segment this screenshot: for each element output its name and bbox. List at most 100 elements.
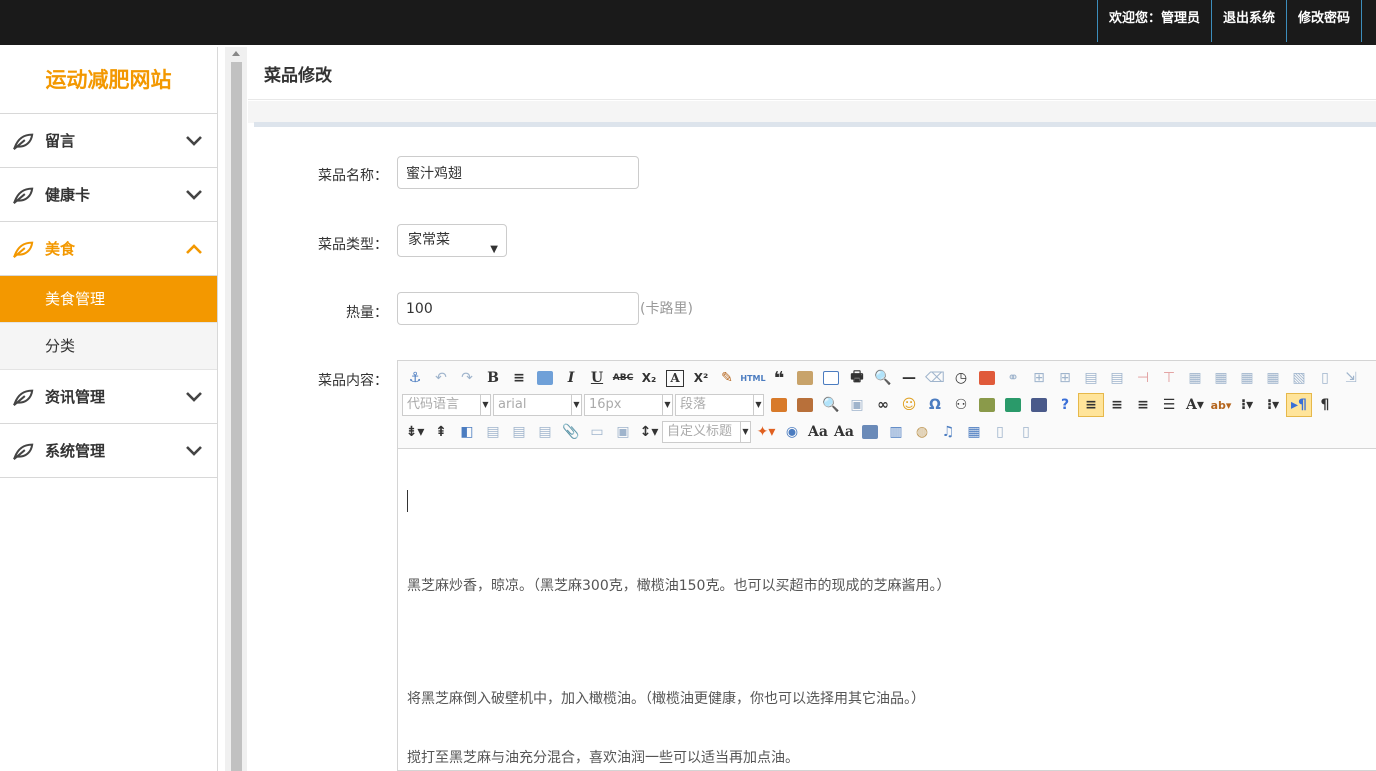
font-size-combo[interactable]: 16px ▼ xyxy=(584,394,673,416)
sidebar-item-health-card[interactable]: 健康卡 xyxy=(0,168,217,222)
line-height-icon[interactable]: ↕▾ xyxy=(636,420,662,444)
sidebar-item-system-management[interactable]: 系统管理 xyxy=(0,424,217,478)
page-break-icon[interactable]: ▯ xyxy=(1312,366,1338,390)
row-spacing-top-icon[interactable]: ⇟▾ xyxy=(402,420,428,444)
delete-row-icon[interactable]: ⊣ xyxy=(1130,366,1156,390)
underline-icon[interactable]: U xyxy=(584,366,610,390)
anchor-icon[interactable]: ⚓ xyxy=(402,366,428,390)
dish-name-input[interactable] xyxy=(397,156,639,189)
ltr-direction-icon[interactable]: ▸¶ xyxy=(1286,393,1312,417)
insert-video-icon[interactable] xyxy=(1026,393,1052,417)
merge-cells-icon[interactable]: ▤ xyxy=(1078,366,1104,390)
undo-icon[interactable]: ↶ xyxy=(428,366,454,390)
font-color-icon[interactable]: A▾ xyxy=(1182,393,1208,417)
row-spacing-bottom-icon[interactable]: ⇞ xyxy=(428,420,454,444)
subscript-icon[interactable]: X₂ xyxy=(636,366,662,390)
attachment-icon[interactable]: 📎 xyxy=(558,420,584,444)
text-direction-icon[interactable]: ⇲ xyxy=(1338,366,1364,390)
sidebar-subitem-category[interactable]: 分类 xyxy=(0,323,217,370)
welcome-user-link[interactable]: 欢迎您：管理员 xyxy=(1096,0,1211,42)
align-center-icon[interactable]: ≡ xyxy=(1130,393,1156,417)
music-icon[interactable]: ♫ xyxy=(935,420,961,444)
select-all-icon[interactable] xyxy=(818,366,844,390)
music-icon-palette[interactable]: ◍ xyxy=(909,420,935,444)
emotion-icon[interactable]: ☺ xyxy=(896,393,922,417)
insert-table-icon[interactable]: ▦ xyxy=(961,420,987,444)
find-icon[interactable]: ⚇ xyxy=(948,393,974,417)
table-grid-icon-2[interactable]: ▦ xyxy=(1208,366,1234,390)
font-family-combo[interactable]: arial ▼ xyxy=(493,394,582,416)
table-grid-icon-4[interactable]: ▦ xyxy=(1260,366,1286,390)
image-right-icon[interactable]: ▤ xyxy=(532,420,558,444)
strikethrough-icon[interactable]: ABC xyxy=(610,366,636,390)
search-replace-icon[interactable]: 🔍 xyxy=(818,393,844,417)
delete-col-icon[interactable]: ⊤ xyxy=(1156,366,1182,390)
text-case-lower-icon[interactable]: Aa xyxy=(831,420,857,444)
scroll-up-arrow-icon[interactable] xyxy=(232,51,240,56)
font-border-icon[interactable]: A xyxy=(666,369,684,387)
clear-format-icon[interactable]: ✎ xyxy=(714,366,740,390)
scrollbar-thumb[interactable] xyxy=(231,62,242,771)
table-delete-icon[interactable]: ▧ xyxy=(1286,366,1312,390)
map-icon[interactable]: ◉ xyxy=(779,420,805,444)
html-source-icon[interactable]: HTML xyxy=(740,366,766,390)
paste-text-icon[interactable] xyxy=(792,366,818,390)
italic-icon[interactable]: I xyxy=(558,366,584,390)
insert-col-icon[interactable]: ⊞ xyxy=(1052,366,1078,390)
image-center-icon[interactable]: ▭ xyxy=(584,420,610,444)
paragraph-format-combo[interactable]: 段落 ▼ xyxy=(675,394,764,416)
image-none-icon[interactable]: ▤ xyxy=(480,420,506,444)
background-icon[interactable] xyxy=(1000,393,1026,417)
sidebar-item-messages[interactable]: 留言 xyxy=(0,114,217,168)
dish-type-select[interactable]: 家常菜 ▼ xyxy=(397,224,507,257)
link-icon[interactable]: ∞ xyxy=(870,393,896,417)
calories-input[interactable] xyxy=(397,292,639,325)
multi-image-icon[interactable] xyxy=(792,393,818,417)
editor-content-area[interactable]: 黑芝麻炒香，晾凉。（黑芝麻300克，橄榄油150克。也可以买超市的现成的芝麻酱用… xyxy=(398,449,1376,771)
scrawl-icon[interactable] xyxy=(857,420,883,444)
help-icon[interactable]: ? xyxy=(1052,393,1078,417)
draft-icon[interactable]: ▯ xyxy=(1013,420,1039,444)
time-icon[interactable]: ◷ xyxy=(948,366,974,390)
align-justify-icon[interactable]: ☰ xyxy=(1156,393,1182,417)
align-left-icon[interactable]: ≡ xyxy=(1078,393,1104,417)
rtl-direction-icon[interactable]: ¶ xyxy=(1312,393,1338,417)
change-password-link[interactable]: 修改密码 xyxy=(1285,0,1362,42)
word-image-icon[interactable]: ▣ xyxy=(610,420,636,444)
sidebar-scrollbar[interactable] xyxy=(225,47,247,771)
highlight-color-icon[interactable]: ab▾ xyxy=(1208,393,1234,417)
insert-table-layout-icon[interactable]: ▥ xyxy=(883,420,909,444)
sidebar-item-news-management[interactable]: 资讯管理 xyxy=(0,370,217,424)
redo-icon[interactable]: ↷ xyxy=(454,366,480,390)
image-left-icon[interactable]: ▤ xyxy=(506,420,532,444)
indent-icon[interactable]: ≡ xyxy=(506,366,532,390)
table-grid-icon[interactable]: ▦ xyxy=(1182,366,1208,390)
align-right-icon[interactable]: ≡ xyxy=(1104,393,1130,417)
magic-wand-icon[interactable]: ✦▾ xyxy=(753,420,779,444)
date-icon[interactable] xyxy=(974,366,1000,390)
logout-link[interactable]: 退出系统 xyxy=(1210,0,1286,42)
snapscreen-icon[interactable]: ▣ xyxy=(844,393,870,417)
insert-image-icon[interactable] xyxy=(766,393,792,417)
insert-frame-icon[interactable]: ◧ xyxy=(454,420,480,444)
superscript-icon[interactable]: X² xyxy=(688,366,714,390)
preview-icon[interactable]: 🔍 xyxy=(870,366,896,390)
ordered-list-icon[interactable]: ⁝▾ xyxy=(1234,393,1260,417)
split-cells-icon[interactable]: ▤ xyxy=(1104,366,1130,390)
code-language-combo[interactable]: 代码语言 ▼ xyxy=(402,394,491,416)
sidebar-item-food[interactable]: 美食 xyxy=(0,222,217,276)
insert-row-icon[interactable]: ⊞ xyxy=(1026,366,1052,390)
bold-icon[interactable]: B xyxy=(480,366,506,390)
template-icon[interactable] xyxy=(974,393,1000,417)
sidebar-subitem-food-management[interactable]: 美食管理 xyxy=(0,276,217,323)
blockquote-icon[interactable]: ❝ xyxy=(766,366,792,390)
special-char-icon[interactable]: Ω xyxy=(922,393,948,417)
print-icon[interactable]: 🖶 xyxy=(844,366,870,390)
format-painter-icon[interactable] xyxy=(532,366,558,390)
unlink-icon[interactable]: ⚭ xyxy=(1000,366,1026,390)
paste-plain-icon[interactable]: ▯ xyxy=(987,420,1013,444)
custom-heading-combo[interactable]: 自定义标题 ▼ xyxy=(662,421,751,443)
unordered-list-icon[interactable]: ⁝▾ xyxy=(1260,393,1286,417)
text-case-upper-icon[interactable]: Aa xyxy=(805,420,831,444)
horizontal-rule-icon[interactable]: — xyxy=(896,366,922,390)
